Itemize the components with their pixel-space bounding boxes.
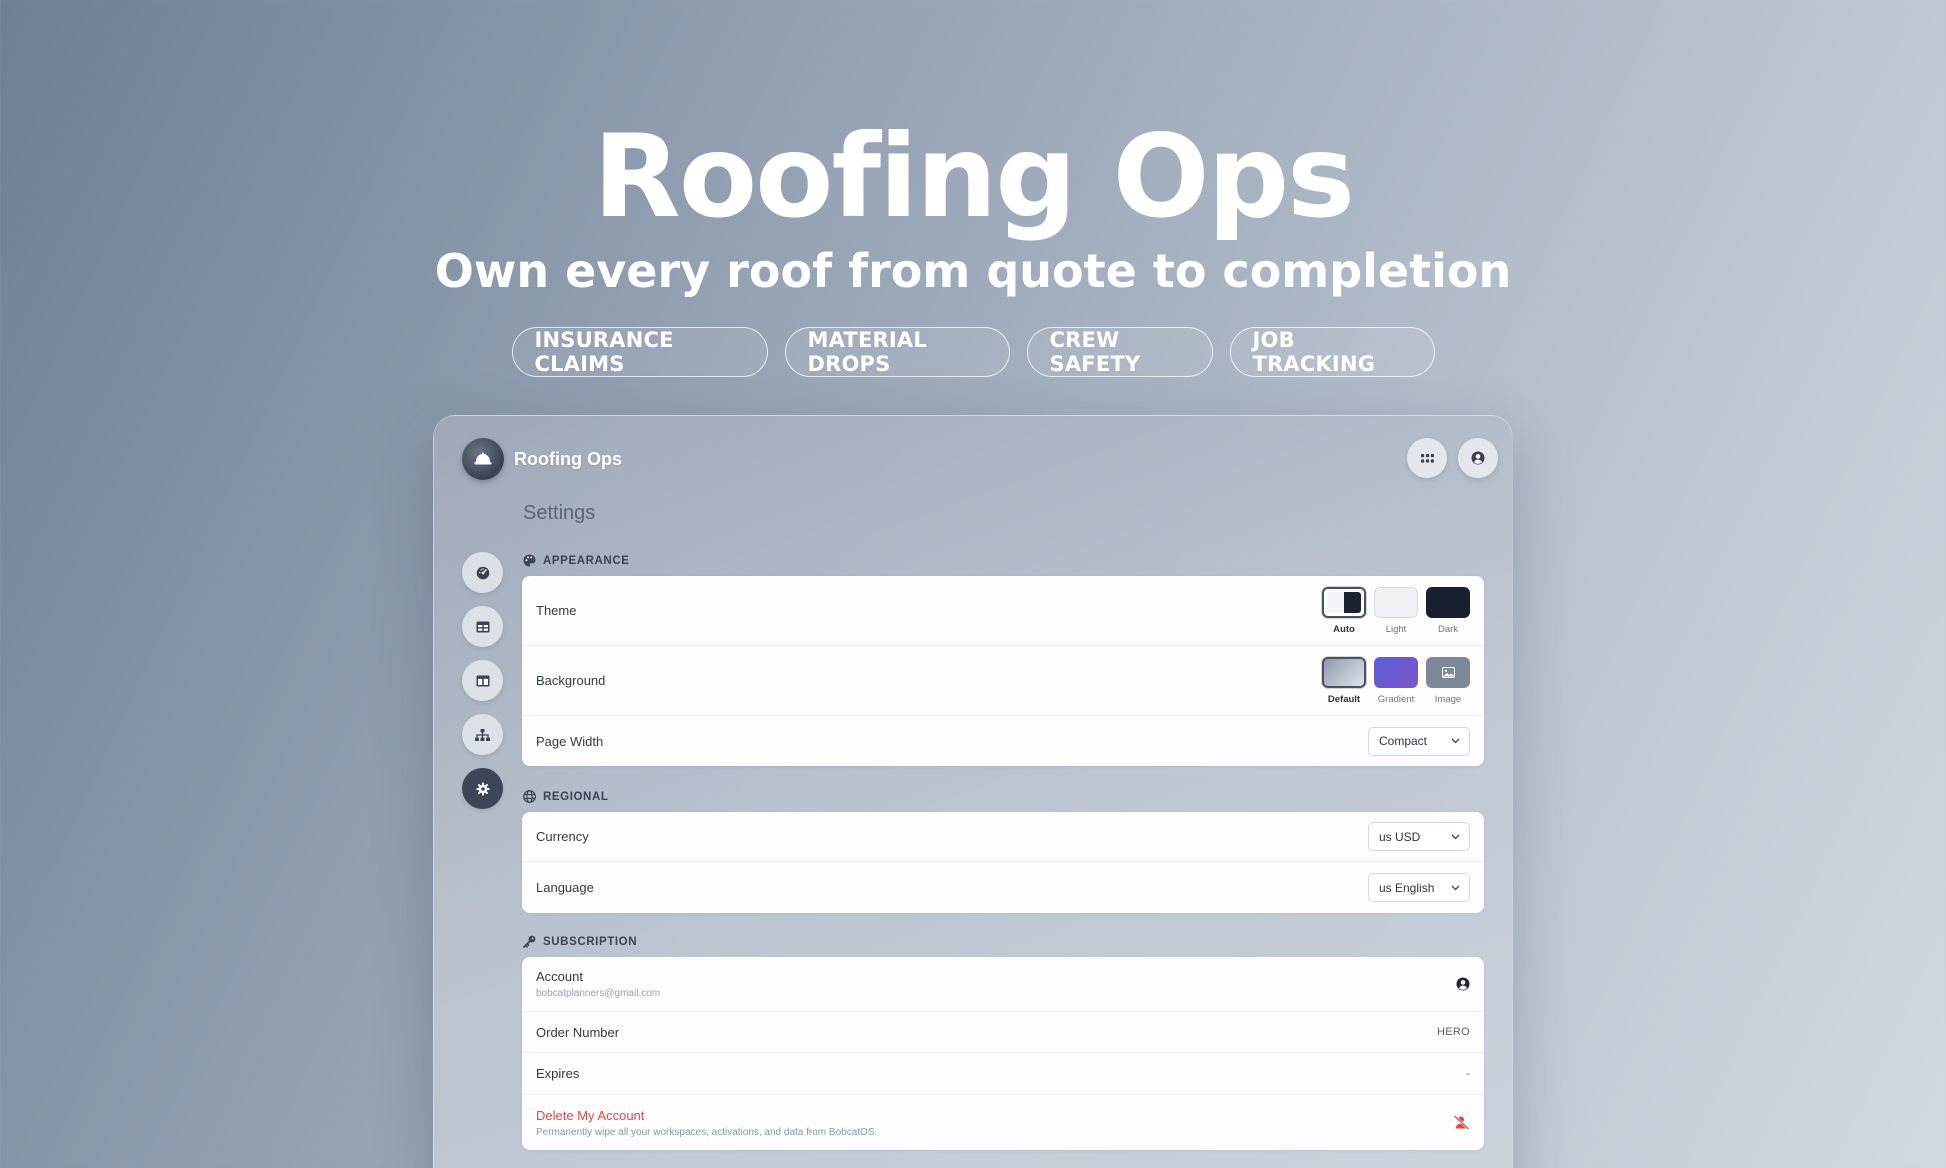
pill-job-tracking: JOB TRACKING	[1229, 327, 1435, 377]
background-swatch-image[interactable]	[1426, 656, 1470, 688]
expires-label: Expires	[536, 1066, 580, 1081]
order-number-row: Order Number HERO	[522, 1012, 1484, 1053]
settings-gear-icon	[476, 782, 489, 795]
feature-pills: INSURANCE CLAIMS MATERIAL DROPS CREW SAF…	[0, 327, 1946, 377]
nav-table[interactable]	[462, 606, 503, 647]
nav-sitemap[interactable]	[462, 714, 503, 755]
language-select[interactable]: us English	[1368, 873, 1470, 902]
order-number-label: Order Number	[536, 1024, 620, 1040]
section-appearance-label: APPEARANCE	[523, 554, 630, 567]
nav-settings[interactable]	[462, 768, 503, 809]
theme-label: Theme	[536, 603, 577, 618]
currency-select[interactable]: us USD	[1368, 822, 1470, 851]
section-subscription-title: SUBSCRIPTION	[543, 935, 638, 948]
page-title: Settings	[523, 502, 596, 524]
theme-caption-dark: Dark	[1437, 623, 1459, 635]
side-nav	[462, 552, 503, 809]
page-width-select[interactable]: Compact	[1368, 726, 1470, 756]
expires-row: Expires -	[522, 1053, 1484, 1095]
globe-icon	[523, 790, 536, 803]
image-icon	[1441, 666, 1455, 678]
currency-value: us USD	[1379, 829, 1421, 844]
dashboard-gauge-icon	[476, 566, 489, 579]
regional-card: Currency us USD Language us English	[522, 812, 1484, 913]
user-circle-icon[interactable]	[1456, 977, 1470, 991]
appearance-card: Theme Auto Light Dark Background Default…	[522, 576, 1484, 766]
apps-button[interactable]	[1407, 438, 1447, 478]
section-appearance-title: APPEARANCE	[543, 554, 630, 567]
top-actions	[1407, 438, 1498, 478]
subscription-card: Account bobcatplanners@gmail.com Order N…	[522, 957, 1484, 1150]
theme-option-light[interactable]: Light	[1374, 586, 1418, 635]
currency-label: Currency	[536, 829, 589, 844]
language-value: us English	[1379, 880, 1435, 895]
nav-layout[interactable]	[462, 660, 503, 701]
background-caption-image: Image	[1434, 693, 1462, 705]
brand[interactable]: Roofing Ops	[462, 438, 622, 480]
expires-value: -	[1466, 1067, 1470, 1080]
app-window: Roofing Ops Settings APPEARANCE Theme Au…	[433, 415, 1513, 1168]
page-width-label: Page Width	[536, 733, 604, 749]
nav-dashboard[interactable]	[462, 552, 503, 593]
background-row: Background Default Gradient Image	[522, 646, 1484, 716]
theme-options: Auto Light Dark	[1322, 586, 1470, 635]
delete-account-description: Permanently wipe all your workspaces, ac…	[536, 1126, 878, 1138]
currency-row: Currency us USD	[522, 812, 1484, 862]
profile-button[interactable]	[1458, 438, 1498, 478]
language-row: Language us English	[522, 862, 1484, 913]
background-option-image[interactable]: Image	[1426, 656, 1470, 705]
pill-crew-safety: CREW SAFETY	[1026, 327, 1213, 377]
chevron-down-icon	[1451, 885, 1460, 890]
hero-subtitle: Own every roof from quote to completion	[434, 244, 1512, 298]
background-options: Default Gradient Image	[1322, 656, 1470, 705]
theme-row: Theme Auto Light Dark	[522, 576, 1484, 646]
background-option-gradient[interactable]: Gradient	[1374, 656, 1418, 705]
hero-title: Roofing Ops	[593, 110, 1355, 243]
theme-caption-auto: Auto	[1333, 623, 1355, 635]
theme-caption-light: Light	[1385, 623, 1407, 635]
page-width-value: Compact	[1379, 734, 1428, 748]
chevron-down-icon	[1451, 738, 1460, 744]
page-width-row: Page Width Compact	[522, 716, 1484, 766]
background-caption-default: Default	[1327, 693, 1361, 705]
account-row: Account bobcatplanners@gmail.com	[522, 957, 1484, 1012]
table-icon	[476, 621, 489, 632]
background-swatch-gradient[interactable]	[1374, 656, 1418, 688]
section-regional-title: REGIONAL	[543, 790, 609, 803]
account-label: Account	[536, 969, 583, 984]
theme-swatch-dark[interactable]	[1426, 586, 1470, 618]
account-email: bobcatplanners@gmail.com	[536, 988, 661, 999]
language-label: Language	[536, 880, 594, 895]
chevron-down-icon	[1451, 834, 1460, 839]
delete-account-row[interactable]: Delete My Account Permanently wipe all y…	[522, 1095, 1484, 1150]
brand-name: Roofing Ops	[514, 448, 622, 469]
background-swatch-default[interactable]	[1322, 656, 1366, 688]
hard-hat-icon	[462, 438, 504, 480]
pill-insurance-claims: INSURANCE CLAIMS	[511, 327, 768, 377]
pill-material-drops: MATERIAL DROPS	[784, 327, 1010, 377]
background-option-default[interactable]: Default	[1322, 656, 1366, 705]
apps-grid-icon	[1420, 453, 1434, 463]
order-number-value: HERO	[1437, 1026, 1470, 1038]
theme-swatch-light[interactable]	[1374, 586, 1418, 618]
palette-icon	[523, 554, 536, 567]
delete-account-label[interactable]: Delete My Account	[536, 1108, 877, 1123]
key-icon	[523, 935, 536, 948]
section-regional-label: REGIONAL	[523, 790, 609, 803]
user-slash-icon[interactable]	[1453, 1115, 1470, 1130]
user-circle-icon	[1471, 451, 1485, 465]
theme-option-dark[interactable]: Dark	[1426, 586, 1470, 635]
layout-icon	[476, 675, 489, 686]
theme-option-auto[interactable]: Auto	[1322, 586, 1366, 635]
background-label: Background	[536, 673, 606, 688]
section-subscription-label: SUBSCRIPTION	[523, 935, 637, 948]
sitemap-icon	[475, 728, 490, 741]
theme-swatch-auto[interactable]	[1322, 586, 1366, 618]
background-caption-gradient: Gradient	[1377, 693, 1415, 705]
